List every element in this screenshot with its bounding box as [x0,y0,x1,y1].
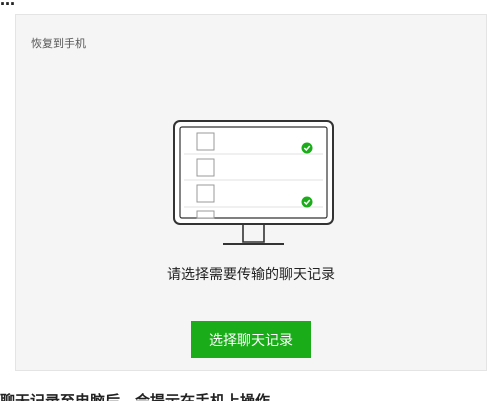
select-prompt: 请选择需要传输的聊天记录 [167,267,335,283]
check-icon [301,142,313,154]
row-checkbox [196,210,215,219]
restore-to-phone-panel: 恢复到手机 请选择需要传输的聊天记录 选择聊天记录 [15,14,487,371]
bottom-cut-text: 聊天记录至电脑后，会提示在手机上操作 [0,392,271,401]
row-checkbox [196,158,215,177]
row-checkbox [196,132,215,151]
monitor-icon [173,120,334,245]
panel-title: 恢复到手机 [31,37,86,50]
row-checkbox [196,184,215,203]
check-icon [301,196,313,208]
select-chat-history-button[interactable]: 选择聊天记录 [191,321,311,358]
top-cut-text: … [0,0,15,9]
